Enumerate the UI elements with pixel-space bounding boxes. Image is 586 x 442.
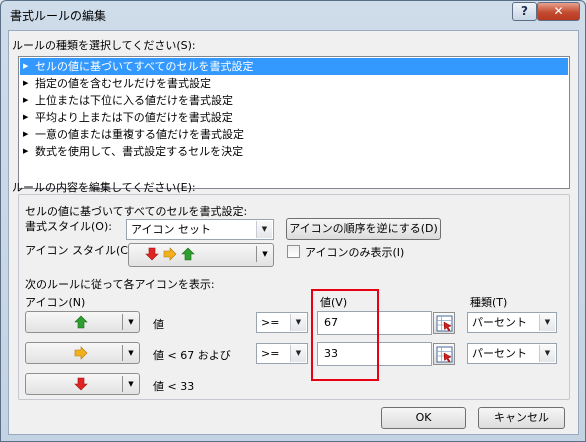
icon-style-select[interactable]: ▼ [128,243,274,267]
icon-style-label: アイコン スタイル(C): [25,244,136,257]
chevron-down-icon: ▼ [128,349,134,357]
type-select-row-1[interactable]: パーセント ▼ [467,312,557,333]
title-bar[interactable]: 書式ルールの編集 ? ✕ [1,1,585,29]
rule-type-item[interactable]: ▶ 上位または下位に入る値だけを書式設定 [20,92,568,109]
icon-only-label: アイコンのみ表示(I) [305,246,405,259]
rule-type-item-label: 平均より上または下の値だけを書式設定 [35,111,233,124]
chevron-down-icon: ▼ [262,250,268,258]
chevron-down-icon: ▼ [128,318,134,326]
rules-caption: 次のルールに従って各アイコンを表示: [25,278,215,291]
cell-picker-icon [436,346,453,363]
chevron-down-icon: ▼ [539,314,555,331]
ok-button[interactable]: OK [381,407,466,429]
green-up-arrow-icon [181,247,195,261]
bullet-icon: ▶ [23,79,29,87]
dialog-body: ルールの種類を選択してください(S): ▶ セルの値に基づいてすべてのセルを書式設… [8,30,579,435]
type-column-header: 種類(T) [470,296,508,309]
green-up-arrow-icon [74,315,88,329]
rule-type-item-label: 指定の値を含むセルだけを書式設定 [35,77,211,90]
format-style-select[interactable]: アイコン セット ▼ [126,219,274,240]
rule-type-item-label: 数式を使用して、書式設定するセルを決定 [35,145,244,158]
chevron-down-icon: ▼ [256,221,272,238]
value-column-highlight [311,289,379,381]
operator-select-row-2[interactable]: >= ▼ [256,343,308,364]
rule-description: セルの値に基づいてすべてのセルを書式設定: [25,205,248,218]
dialog-title: 書式ルールの編集 [10,9,107,23]
red-down-arrow-icon [145,247,159,261]
rule-type-item[interactable]: ▶ 平均より上または下の値だけを書式設定 [20,109,568,126]
chevron-down-icon: ▼ [539,345,555,362]
cancel-button[interactable]: キャンセル [478,407,565,429]
chevron-down-icon: ▼ [290,345,306,362]
icon-column-header: アイコン(N) [25,296,86,309]
icon-select-row-2[interactable]: ▼ [25,342,140,364]
chevron-down-icon: ▼ [290,314,306,331]
rule-edit-label: ルールの内容を編集してください(E): [12,181,196,194]
rule-type-item[interactable]: ▶ 一意の値または重複する値だけを書式設定 [20,126,568,143]
red-down-arrow-icon [74,377,88,391]
condition-label-row-3: 値 < 33 [153,380,195,393]
yellow-right-arrow-icon [74,346,88,360]
type-select-row-2[interactable]: パーセント ▼ [467,343,557,364]
bullet-icon: ▶ [23,62,29,70]
icon-select-row-1[interactable]: ▼ [25,311,140,333]
help-button[interactable]: ? [512,2,537,21]
type-value: パーセント [472,316,527,329]
bullet-icon: ▶ [23,113,29,121]
reverse-icon-order-button[interactable]: アイコンの順序を逆にする(D) [286,218,441,240]
rule-type-list[interactable]: ▶ セルの値に基づいてすべてのセルを書式設定 ▶ 指定の値を含むセルだけを書式設定 … [18,56,570,189]
rule-type-item-label: 上位または下位に入る値だけを書式設定 [35,94,233,107]
cell-reference-button-row-1[interactable] [433,312,455,334]
format-style-value: アイコン セット [131,223,211,236]
bullet-icon: ▶ [23,96,29,104]
format-style-label: 書式スタイル(O): [25,220,112,233]
operator-value: >= [261,316,280,329]
rule-type-item[interactable]: ▶ 数式を使用して、書式設定するセルを決定 [20,143,568,160]
rule-type-item[interactable]: ▶ 指定の値を含むセルだけを書式設定 [20,75,568,92]
chevron-down-icon: ▼ [128,380,134,388]
rule-type-item-label: セルの値に基づいてすべてのセルを書式設定 [35,60,254,73]
type-value: パーセント [472,347,527,360]
close-button[interactable]: ✕ [537,2,580,21]
operator-value: >= [261,347,280,360]
bullet-icon: ▶ [23,147,29,155]
yellow-right-arrow-icon [163,247,177,261]
operator-select-row-1[interactable]: >= ▼ [256,312,308,333]
rule-type-label: ルールの種類を選択してください(S): [12,39,196,52]
cell-picker-icon [436,315,453,332]
bullet-icon: ▶ [23,130,29,138]
icon-only-checkbox[interactable] [287,245,300,258]
edit-formatting-rule-dialog: 書式ルールの編集 ? ✕ ルールの種類を選択してください(S): ▶ セルの値に基… [0,0,586,442]
rule-type-item[interactable]: ▶ セルの値に基づいてすべてのセルを書式設定 [20,58,568,75]
icon-select-row-3[interactable]: ▼ [25,373,140,395]
condition-label-row-2: 値 < 67 および [153,349,231,362]
cell-reference-button-row-2[interactable] [433,343,455,365]
condition-label-row-1: 値 [153,318,164,331]
rule-type-item-label: 一意の値または重複する値だけを書式設定 [35,128,244,141]
